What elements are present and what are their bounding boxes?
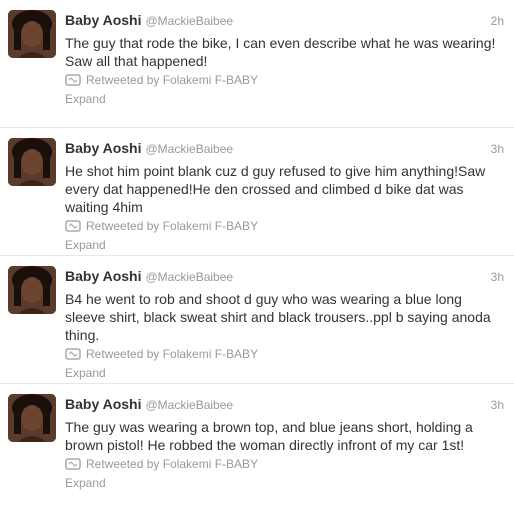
tweet-item[interactable]: Baby Aoshi @MackieBaibee 3h B4 he went to… [0, 256, 514, 384]
tweet-feed: Baby Aoshi @MackieBaibee 2h The guy that … [0, 0, 514, 512]
retweet-icon [65, 74, 81, 86]
tweet-fullname[interactable]: Baby Aoshi [65, 12, 142, 28]
tweet-timestamp[interactable]: 2h [491, 14, 504, 28]
tweet-fullname[interactable]: Baby Aoshi [65, 268, 142, 284]
expand-link[interactable]: Expand [65, 476, 504, 490]
avatar[interactable] [8, 394, 56, 442]
retweet-context: Retweeted by Folakemi F-BABY [65, 72, 504, 88]
tweet-header: Baby Aoshi @MackieBaibee 2h [65, 12, 504, 30]
retweet-context: Retweeted by Folakemi F-BABY [65, 218, 504, 234]
retweet-icon [65, 220, 81, 232]
tweet-item[interactable]: Baby Aoshi @MackieBaibee 2h The guy that … [0, 0, 514, 128]
avatar[interactable] [8, 10, 56, 58]
tweet-header: Baby Aoshi @MackieBaibee 3h [65, 396, 504, 414]
tweet-fullname[interactable]: Baby Aoshi [65, 140, 142, 156]
tweet-content: Baby Aoshi @MackieBaibee 3h B4 he went to… [65, 268, 504, 380]
tweet-username[interactable]: @MackieBaibee [146, 270, 234, 284]
tweet-username[interactable]: @MackieBaibee [146, 14, 234, 28]
tweet-username[interactable]: @MackieBaibee [146, 398, 234, 412]
retweet-context: Retweeted by Folakemi F-BABY [65, 346, 504, 362]
tweet-text: B4 he went to rob and shoot d guy who wa… [65, 291, 491, 343]
tweet-fullname[interactable]: Baby Aoshi [65, 396, 142, 412]
expand-link[interactable]: Expand [65, 366, 504, 380]
tweet-content: Baby Aoshi @MackieBaibee 2h The guy that … [65, 12, 504, 106]
tweet-text: He shot him point blank cuz d guy refuse… [65, 163, 486, 215]
retweeted-by-link[interactable]: Retweeted by Folakemi F-BABY [86, 347, 258, 361]
tweet-header: Baby Aoshi @MackieBaibee 3h [65, 268, 504, 286]
tweet-item[interactable]: Baby Aoshi @MackieBaibee 3h He shot him p… [0, 128, 514, 256]
tweet-text: The guy that rode the bike, I can even d… [65, 35, 496, 69]
retweet-icon [65, 348, 81, 360]
retweeted-by-link[interactable]: Retweeted by Folakemi F-BABY [86, 457, 258, 471]
tweet-content: Baby Aoshi @MackieBaibee 3h He shot him p… [65, 140, 504, 252]
tweet-text: The guy was wearing a brown top, and blu… [65, 419, 473, 453]
retweeted-by-link[interactable]: Retweeted by Folakemi F-BABY [86, 219, 258, 233]
avatar[interactable] [8, 266, 56, 314]
expand-link[interactable]: Expand [65, 92, 504, 106]
retweeted-by-link[interactable]: Retweeted by Folakemi F-BABY [86, 73, 258, 87]
expand-link[interactable]: Expand [65, 238, 504, 252]
avatar[interactable] [8, 138, 56, 186]
tweet-timestamp[interactable]: 3h [491, 142, 504, 156]
tweet-timestamp[interactable]: 3h [491, 270, 504, 284]
tweet-item[interactable]: Baby Aoshi @MackieBaibee 3h The guy was w… [0, 384, 514, 512]
retweet-icon [65, 458, 81, 470]
tweet-header: Baby Aoshi @MackieBaibee 3h [65, 140, 504, 158]
tweet-username[interactable]: @MackieBaibee [146, 142, 234, 156]
retweet-context: Retweeted by Folakemi F-BABY [65, 456, 504, 472]
tweet-timestamp[interactable]: 3h [491, 398, 504, 412]
